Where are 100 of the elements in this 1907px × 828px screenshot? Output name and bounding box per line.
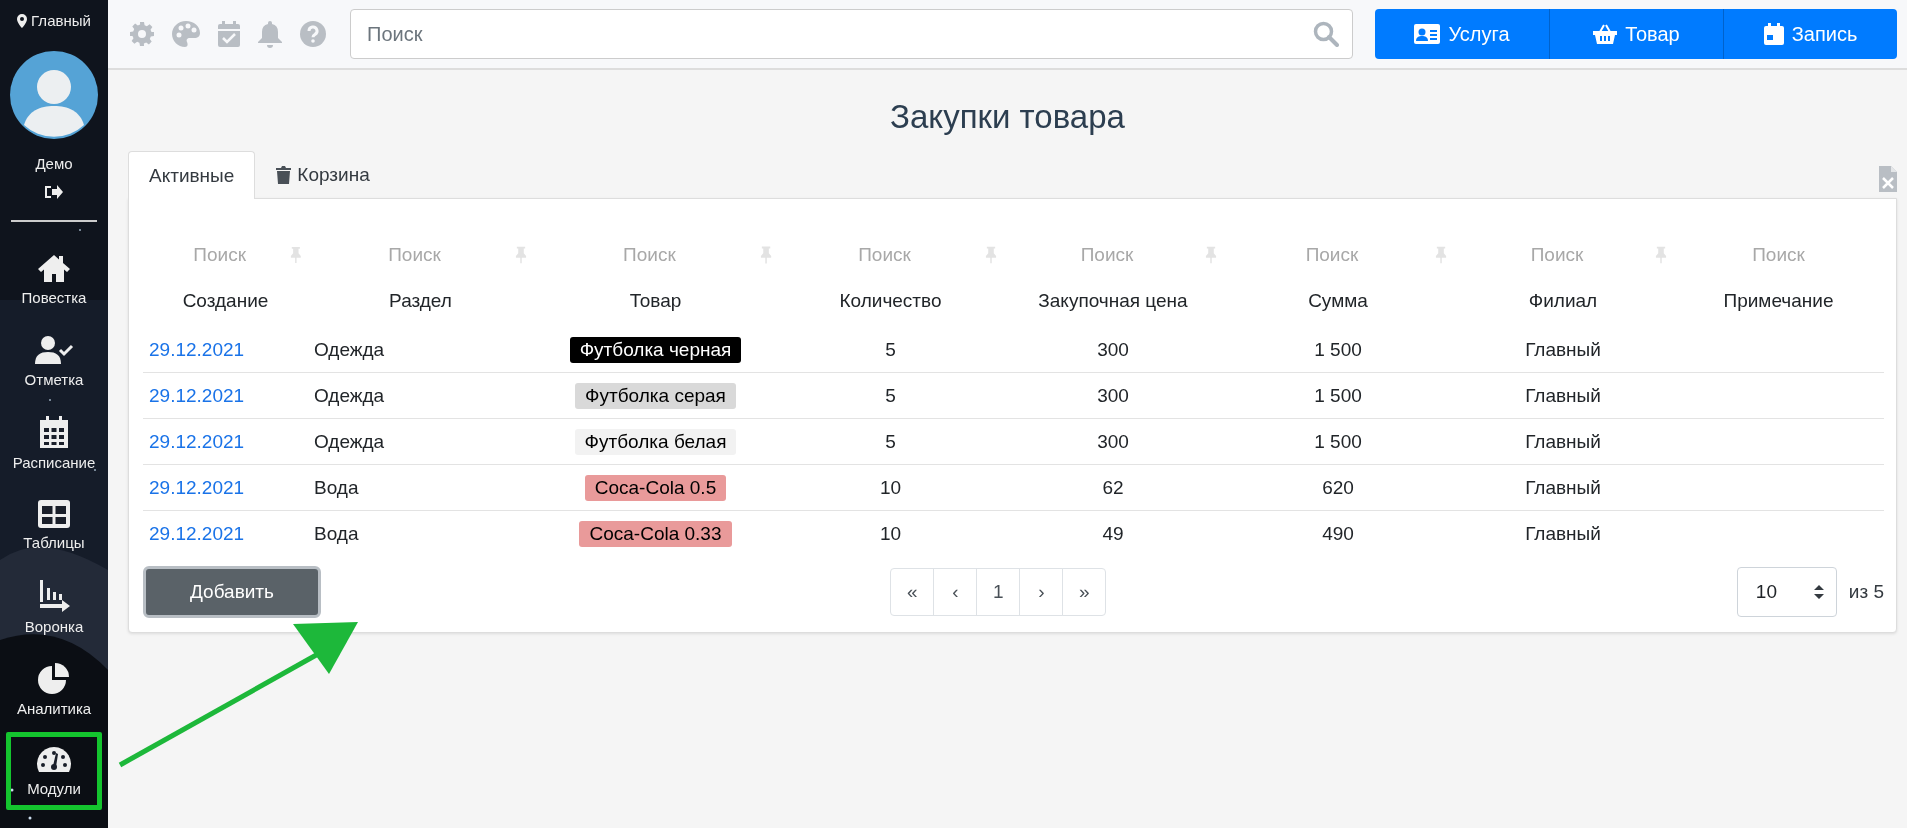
filter-field[interactable]: Поиск	[539, 243, 760, 267]
table-cell: Главный	[1525, 522, 1601, 544]
nav-item[interactable]: Аналитика	[6, 650, 102, 728]
table-cell: 49	[1102, 522, 1124, 544]
page-button[interactable]: »	[1062, 568, 1107, 616]
date-link[interactable]: 29.12.2021	[149, 476, 245, 498]
table-cell: 300	[1097, 384, 1129, 406]
column-header: Создание	[182, 290, 269, 311]
nav-item[interactable]: Воронка	[6, 568, 102, 646]
pin-icon	[1434, 246, 1447, 264]
filter-field[interactable]: Поиск	[314, 243, 515, 267]
tab[interactable]: Корзина	[255, 150, 391, 198]
page-button[interactable]: «	[890, 568, 935, 616]
nav-item[interactable]: Отметка	[6, 322, 102, 400]
product-tag: Coca-Cola 0.5	[584, 474, 727, 501]
nav-item[interactable]: Расписание	[6, 404, 102, 482]
pin-icon	[290, 246, 302, 264]
help-icon[interactable]	[300, 21, 326, 47]
add-button[interactable]: Добавить	[143, 566, 321, 618]
page-title: Закупки товара	[889, 98, 1126, 136]
gauge-icon	[36, 745, 72, 774]
column-header: Сумма	[1308, 290, 1368, 311]
excel-file-icon[interactable]	[1879, 166, 1897, 192]
pin-icon	[985, 246, 997, 264]
nav-item[interactable]: Повестка	[6, 240, 102, 318]
basket-icon	[1593, 24, 1618, 44]
sort-caret-icon	[1813, 585, 1824, 599]
table-cell: 5	[885, 384, 896, 406]
product-tag: Coca-Cola 0.33	[579, 520, 732, 547]
table-cell: 10	[879, 522, 902, 544]
table-cell: Главный	[1525, 430, 1601, 452]
table-icon	[38, 499, 70, 528]
table-cell: 620	[1322, 476, 1354, 498]
table-cell: Одежда	[314, 430, 385, 452]
user-check-icon	[34, 334, 74, 365]
nav-item[interactable]: Модули	[6, 732, 102, 810]
date-link[interactable]: 29.12.2021	[149, 338, 245, 360]
branch-label[interactable]: Главный	[31, 12, 91, 29]
date-link[interactable]: 29.12.2021	[149, 522, 245, 544]
column-header: Примечание	[1723, 290, 1834, 311]
table-cell: 1 500	[1314, 338, 1362, 360]
page-size-select[interactable]: 10	[1736, 567, 1837, 617]
filter-field[interactable]: Поиск	[784, 243, 985, 267]
logout-icon[interactable]	[45, 184, 63, 200]
palette-icon[interactable]	[172, 21, 200, 47]
column-header: Филиал	[1528, 290, 1598, 311]
table-cell: 62	[1102, 476, 1124, 498]
create-button[interactable]: Товар	[1549, 9, 1723, 59]
pin-icon	[515, 246, 527, 264]
column-header: Закупочная цена	[1038, 290, 1188, 311]
product-tag: Футболка черная	[569, 336, 742, 363]
filter-field[interactable]: Поиск	[1459, 243, 1655, 267]
date-link[interactable]: 29.12.2021	[149, 384, 245, 406]
column-header: Раздел	[389, 290, 452, 311]
table-cell: 300	[1097, 338, 1129, 360]
settings-icon[interactable]	[130, 22, 154, 46]
page-count: из 5	[1848, 581, 1884, 603]
date-link[interactable]: 29.12.2021	[149, 430, 245, 452]
page-button[interactable]: ›	[1019, 568, 1064, 616]
search-field[interactable]: Поиск	[350, 9, 1353, 59]
filter-field[interactable]: Поиск	[1009, 243, 1205, 267]
filter-field[interactable]: Поиск	[149, 243, 291, 267]
page-button[interactable]: ‹	[933, 568, 978, 616]
table-cell: 300	[1097, 430, 1129, 452]
filter-field[interactable]: Поиск	[1679, 243, 1878, 267]
bell-icon[interactable]	[258, 20, 282, 48]
search-icon[interactable]	[1313, 21, 1339, 47]
table-cell: Вода	[314, 522, 359, 544]
filter-field[interactable]: Поиск	[1229, 243, 1435, 267]
table-cell: Главный	[1525, 338, 1601, 360]
create-button[interactable]: Услуга	[1375, 9, 1549, 59]
calendar-check-icon[interactable]	[218, 21, 240, 47]
calendar-icon	[1763, 23, 1784, 45]
table-cell: 1 500	[1314, 384, 1362, 406]
table-cell: Главный	[1525, 384, 1601, 406]
product-tag: Футболка серая	[575, 382, 736, 409]
table-cell: 490	[1322, 522, 1354, 544]
id-card-icon	[1414, 24, 1441, 44]
product-tag: Футболка белая	[574, 428, 737, 455]
user-name: Демо	[35, 155, 73, 172]
pin-icon	[1205, 246, 1217, 264]
nav-item[interactable]: Таблицы	[6, 486, 102, 564]
table-cell: Главный	[1525, 476, 1601, 498]
bar-arrow-icon	[38, 579, 70, 612]
tab[interactable]: Активные	[128, 151, 256, 199]
table-cell: 5	[885, 338, 896, 360]
calendar-icon	[40, 415, 68, 448]
table-cell: 10	[879, 476, 902, 498]
table-cell: 1 500	[1314, 430, 1362, 452]
create-button[interactable]: Запись	[1723, 9, 1897, 59]
avatar-icon[interactable]	[10, 51, 98, 139]
pin-icon	[759, 246, 772, 264]
table-cell: Вода	[314, 476, 359, 498]
table-cell: Одежда	[314, 384, 385, 406]
pin-icon	[1655, 246, 1667, 264]
column-header: Товар	[629, 290, 682, 311]
page-button[interactable]: 1	[976, 568, 1021, 616]
column-header: Количество	[839, 290, 942, 311]
map-marker-icon	[17, 13, 28, 28]
table-cell: 5	[885, 430, 896, 452]
